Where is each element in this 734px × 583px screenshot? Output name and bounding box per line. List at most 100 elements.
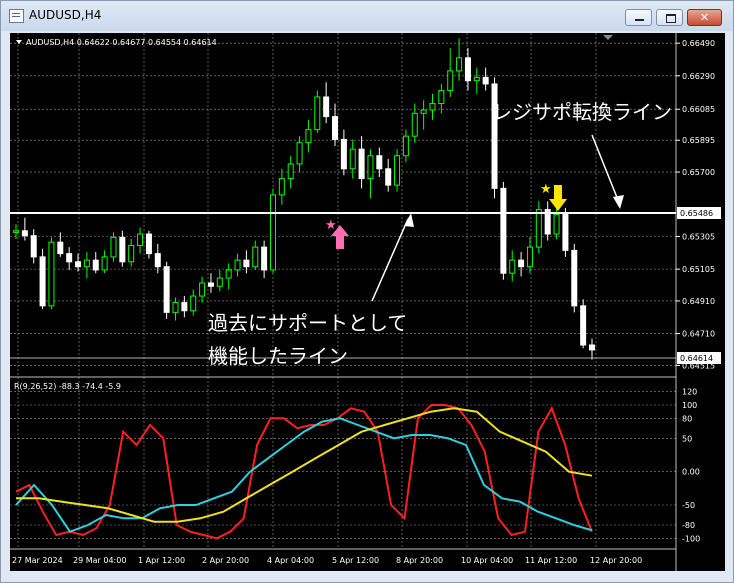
candle (526, 237, 533, 274)
chart-canvas[interactable]: AUDUSD,H4 0.64622 0.64677 0.64554 0.6461… (10, 33, 725, 571)
candle-body (500, 187, 507, 274)
candle (207, 273, 214, 293)
candle (225, 263, 232, 290)
candle-body (562, 213, 569, 251)
indicator-scale-label: -100 (682, 534, 700, 543)
time-label: 5 Apr 12:00 (332, 556, 379, 565)
yellow-star-icon: ★ (540, 182, 552, 197)
candle (349, 139, 356, 179)
support-price-label: 0.65486 (680, 209, 713, 218)
symbol-menu-icon[interactable] (16, 40, 22, 44)
candle-body (447, 70, 454, 91)
candle-body (349, 148, 356, 170)
candle-body (411, 112, 418, 137)
candle-body (580, 305, 587, 346)
indicator-line-medium (15, 417, 593, 533)
candle (394, 149, 401, 192)
candle (101, 250, 108, 274)
candle (562, 207, 569, 257)
candle-body (252, 246, 259, 268)
arrow-head-icon (404, 213, 414, 227)
candle (464, 48, 471, 91)
time-label: 29 Mar 04:00 (73, 556, 126, 565)
time-axis: 27 Mar 2024 29 Mar 04:00 1 Apr 12:00 2 Apr … (12, 556, 642, 565)
candle-body (589, 344, 595, 351)
indicator-scale-label: 50 (682, 434, 692, 443)
candle (420, 100, 427, 130)
candle (39, 248, 46, 310)
candle-body (145, 233, 152, 255)
indicator-scale-label: -50 (682, 501, 695, 510)
close-button[interactable]: ✕ (687, 9, 722, 26)
candle-body (216, 277, 223, 287)
close-icon: ✕ (699, 11, 710, 24)
maximize-button[interactable] (656, 9, 683, 26)
price-label: 0.64710 (682, 330, 715, 339)
candle-body (323, 96, 330, 118)
candle-body (385, 168, 392, 186)
candle (269, 188, 276, 274)
candle (57, 232, 64, 257)
candle (252, 240, 259, 270)
arrow-head-icon (613, 195, 624, 209)
chart-shift-icon[interactable] (603, 35, 613, 40)
candle-body (526, 246, 533, 268)
candle (48, 237, 55, 310)
candle (172, 297, 179, 321)
indicator-scale-label: 0.00 (682, 468, 700, 477)
indicator-scale: 120 100 80 50 0.00 -50 -80 -100 (682, 388, 700, 544)
price-scale: 0.66490 0.66290 0.66085 0.65895 0.65700 0.653… (676, 39, 715, 370)
candle (358, 136, 365, 189)
price-label: 0.66290 (682, 72, 715, 81)
candle (83, 252, 90, 279)
candle (323, 82, 330, 124)
candle (296, 136, 303, 173)
candle (128, 238, 135, 267)
candle (154, 243, 161, 274)
candle (473, 67, 480, 94)
candle (287, 155, 294, 189)
candle-body (190, 295, 197, 312)
candle-body (66, 253, 73, 263)
candle (367, 149, 374, 199)
last-price-label: 0.64614 (680, 354, 713, 363)
indicator-scale-label: 80 (682, 414, 692, 423)
candle (429, 93, 436, 120)
time-label: 8 Apr 20:00 (396, 556, 443, 565)
time-label: 10 Apr 04:00 (461, 556, 513, 565)
chart-area[interactable]: AUDUSD,H4 0.64622 0.64677 0.64554 0.6461… (10, 33, 725, 571)
candle-body (553, 213, 560, 235)
candle (137, 227, 144, 254)
candle-body (234, 259, 241, 271)
candle (278, 168, 285, 205)
time-label: 2 Apr 20:00 (202, 556, 249, 565)
candle-body (92, 259, 99, 271)
annotation-sr-flip-line: レジサポ転換ライン (492, 100, 672, 124)
candle (482, 67, 489, 91)
candle (500, 181, 507, 280)
candle (261, 240, 268, 279)
candle-body (314, 96, 321, 131)
candle-body (332, 116, 339, 140)
candle-body (163, 266, 170, 313)
candle-body (128, 244, 135, 263)
candle (340, 129, 347, 176)
title-bar[interactable]: AUDUSD,H4 ✕ (1, 1, 733, 31)
candle-body (75, 261, 82, 268)
candle-body (278, 178, 285, 196)
candle-body (154, 253, 161, 268)
candle (456, 38, 463, 81)
candle (216, 269, 223, 292)
candle-body (367, 155, 374, 180)
candle (190, 289, 197, 316)
price-header: AUDUSD,H4 0.64622 0.64677 0.64554 0.6461… (26, 38, 217, 47)
minimize-button[interactable] (625, 9, 652, 26)
candle (518, 252, 525, 277)
candle-body (57, 241, 64, 255)
price-label: 0.65305 (682, 233, 715, 242)
candle (580, 299, 587, 349)
candle (21, 217, 28, 241)
candle-body (13, 230, 19, 233)
candle (402, 129, 409, 163)
minimize-icon (635, 19, 644, 21)
